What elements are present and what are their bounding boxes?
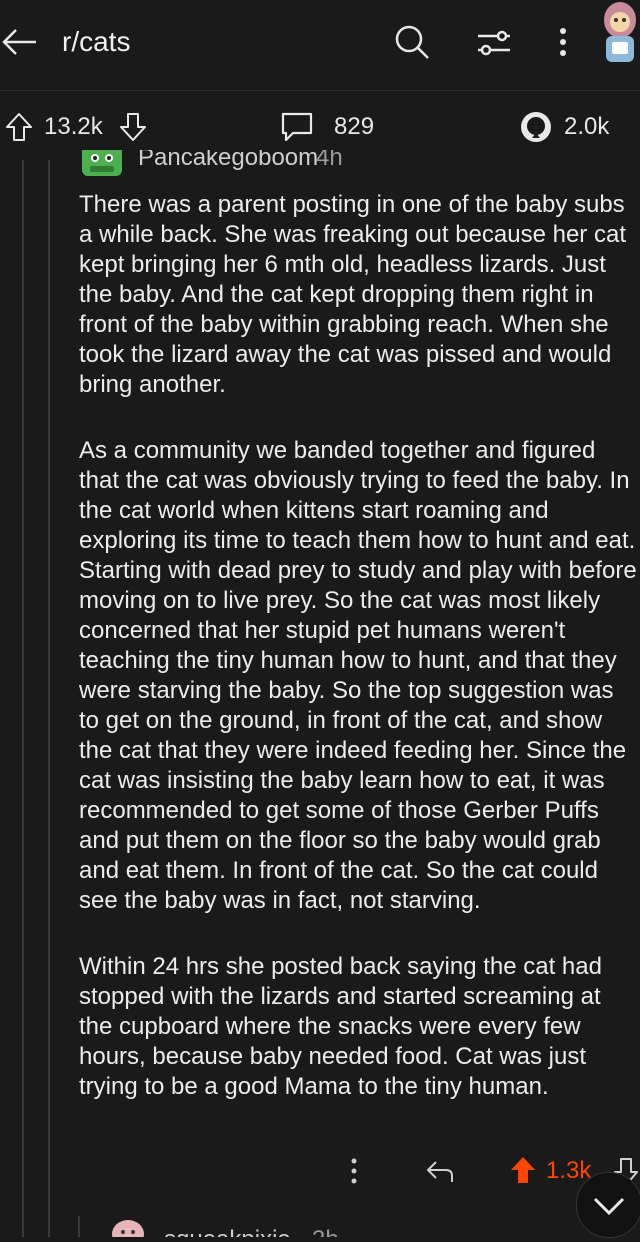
thread-line[interactable] <box>22 160 24 1237</box>
comment-username[interactable]: squeakpixie <box>164 1226 291 1237</box>
comment-body: There was a parent posting in one of the… <box>79 190 639 1138</box>
comment-bubble-icon[interactable] <box>278 109 316 145</box>
more-vertical-icon[interactable] <box>548 22 578 62</box>
search-icon[interactable] <box>392 22 432 62</box>
comment-username[interactable]: Pancakegoboom <box>138 150 318 172</box>
upvote-arrow-icon[interactable] <box>4 111 34 143</box>
post-award-count: 2.0k <box>564 113 610 140</box>
top-app-bar: r/cats <box>0 0 640 88</box>
comment-timestamp: 4h <box>316 150 343 171</box>
thread-line[interactable] <box>48 160 50 1237</box>
comment-upvote-icon[interactable] <box>508 1154 538 1186</box>
subreddit-title[interactable]: r/cats <box>62 26 130 58</box>
comment-paragraph: There was a parent posting in one of the… <box>79 191 626 398</box>
reply-icon[interactable] <box>424 1158 456 1186</box>
comment-timestamp: 3h <box>312 1226 339 1237</box>
comment-header[interactable]: Pancakegoboom 4h <box>78 150 378 180</box>
chevron-down-icon <box>593 1197 625 1216</box>
comment-paragraph: As a community we banded together and fi… <box>79 437 637 914</box>
comment-avatar[interactable] <box>106 1218 150 1237</box>
thread-line[interactable] <box>78 1216 80 1237</box>
downvote-arrow-icon[interactable] <box>118 111 148 143</box>
next-comment-header[interactable]: squeakpixie 3h <box>100 1212 400 1237</box>
user-avatar[interactable] <box>592 0 640 66</box>
back-arrow-icon[interactable] <box>0 22 40 62</box>
more-options-icon[interactable] <box>344 1156 364 1186</box>
comment-avatar[interactable] <box>78 150 126 180</box>
comment-paragraph: Within 24 hrs she posted back saying the… <box>79 953 602 1100</box>
post-comment-count[interactable]: 829 <box>334 113 374 141</box>
award-icon[interactable] <box>518 109 554 145</box>
post-vote-count: 13.2k <box>44 113 103 140</box>
comment-action-bar: 1.3k <box>0 1150 640 1190</box>
scroll-next-button[interactable] <box>576 1172 640 1238</box>
filter-icon[interactable] <box>474 24 514 64</box>
